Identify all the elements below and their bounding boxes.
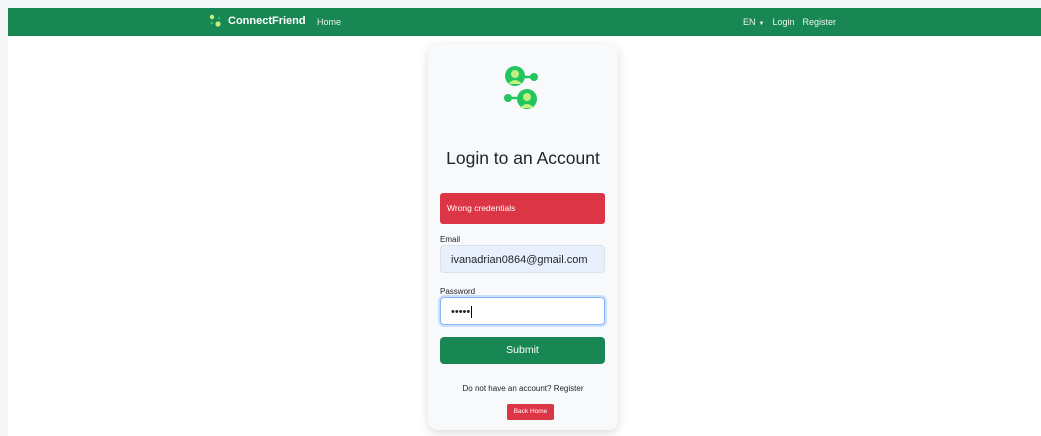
register-prompt[interactable]: Do not have an account? Register — [428, 384, 618, 393]
text-cursor — [471, 306, 473, 319]
brand-name[interactable]: ConnectFriend — [228, 15, 306, 27]
window-left-edge — [0, 0, 8, 436]
email-value: ivanadrian0864@gmail.com — [451, 254, 588, 266]
nav-register-link[interactable]: Register — [803, 17, 837, 27]
password-label: Password — [440, 287, 476, 296]
password-field[interactable]: ••••• — [440, 297, 605, 325]
top-navbar: ConnectFriend Home EN ▼ Login Register — [8, 8, 1041, 36]
language-label: EN — [743, 17, 756, 27]
window-top-edge — [0, 0, 1041, 8]
language-dropdown[interactable]: EN ▼ — [743, 17, 764, 27]
error-alert: Wrong credentials — [440, 193, 605, 224]
nav-login-link[interactable]: Login — [772, 17, 794, 27]
email-field[interactable]: ivanadrian0864@gmail.com — [440, 245, 605, 273]
page-viewport: ConnectFriend Home EN ▼ Login Register L… — [8, 8, 1041, 436]
nav-home-link[interactable]: Home — [317, 17, 341, 27]
login-card: Login to an Account Wrong credentials Em… — [428, 44, 618, 430]
back-home-button[interactable]: Back Home — [507, 404, 554, 420]
brand-link[interactable]: ConnectFriend — [208, 14, 306, 28]
connectfriend-logo-icon — [209, 14, 221, 27]
connectfriend-logo-large-icon — [504, 66, 538, 109]
password-value: ••••• — [451, 306, 471, 318]
nav-right-group: EN ▼ Login Register — [743, 17, 836, 27]
page-title: Login to an Account — [446, 148, 600, 168]
submit-button[interactable]: Submit — [440, 337, 605, 364]
caret-down-icon: ▼ — [758, 21, 765, 27]
email-label: Email — [440, 235, 461, 244]
